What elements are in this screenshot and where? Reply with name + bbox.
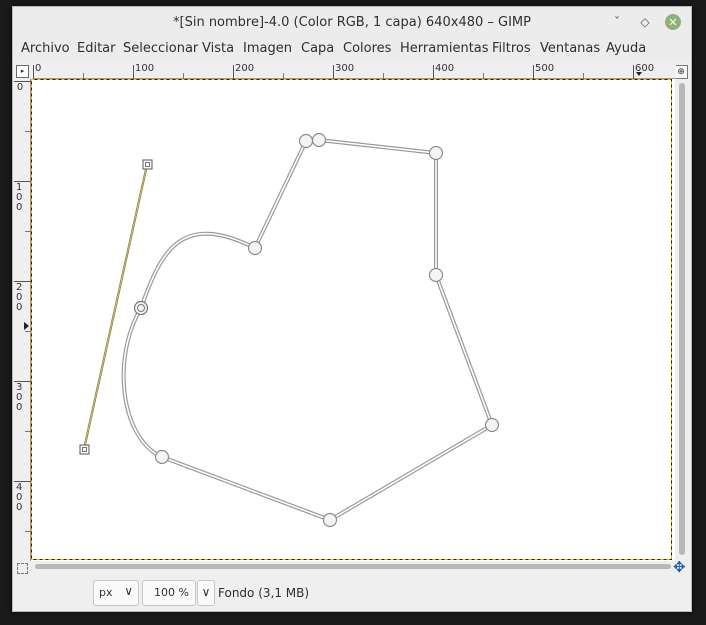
- quick-mask-icon[interactable]: [17, 563, 28, 574]
- menu-colores[interactable]: Colores: [343, 41, 391, 56]
- vruler-label: 200: [16, 282, 23, 313]
- menu-herramientas[interactable]: Herramientas: [400, 41, 489, 56]
- zoom-toggle-icon[interactable]: ⊕: [674, 65, 688, 79]
- hruler-label: 600: [635, 63, 655, 74]
- maximize-button[interactable]: ◇: [637, 14, 653, 30]
- window-title: *[Sin nombre]-4.0 (Color RGB, 1 capa) 64…: [173, 15, 531, 30]
- hruler-label: 400: [435, 63, 455, 74]
- menu-imagen[interactable]: Imagen: [243, 41, 292, 56]
- horizontal-ruler[interactable]: 0 100 200 300 400 500 600: [33, 63, 676, 79]
- menu-seleccionar[interactable]: Seleccionar: [123, 41, 198, 56]
- status-bar: px ∨ 100 % ∨ Fondo (3,1 MB): [13, 577, 691, 611]
- minimize-button[interactable]: ˇ: [609, 14, 625, 30]
- selected-anchor: [133, 300, 149, 316]
- menu-vista[interactable]: Vista: [202, 41, 234, 56]
- path-anchors: [154, 132, 500, 528]
- unit-select[interactable]: px ∨: [93, 580, 139, 606]
- navigate-icon[interactable]: ✥: [673, 560, 686, 575]
- ruler-menu-icon[interactable]: ▸: [16, 65, 29, 78]
- canvas-drawing: [31, 79, 672, 560]
- path-outline: [121, 138, 494, 522]
- vertical-scrollbar-thumb[interactable]: [679, 83, 685, 555]
- menu-archivo[interactable]: Archivo: [21, 41, 70, 56]
- hruler-label: 0: [35, 63, 42, 74]
- gimp-window: *[Sin nombre]-4.0 (Color RGB, 1 capa) 64…: [12, 6, 692, 612]
- hruler-label: 300: [335, 63, 355, 74]
- vruler-label: 100: [16, 182, 23, 213]
- zoom-dropdown-button[interactable]: ∨: [197, 580, 215, 606]
- close-button[interactable]: ✕: [665, 14, 681, 30]
- hruler-label: 500: [535, 63, 555, 74]
- vruler-label: 400: [16, 482, 23, 513]
- zoom-input[interactable]: 100 %: [142, 580, 196, 606]
- menu-bar: Archivo Editar Seleccionar Vista Imagen …: [13, 39, 691, 61]
- chevron-down-icon: ∨: [124, 584, 133, 598]
- menu-editar[interactable]: Editar: [77, 41, 116, 56]
- layer-info: Fondo (3,1 MB): [218, 586, 310, 600]
- menu-filtros[interactable]: Filtros: [492, 41, 531, 56]
- menu-ventanas[interactable]: Ventanas: [540, 41, 600, 56]
- bezier-handle-top: [142, 159, 153, 170]
- menu-ayuda[interactable]: Ayuda: [606, 41, 646, 56]
- menu-capa[interactable]: Capa: [301, 41, 334, 56]
- bezier-handle-bottom: [79, 444, 90, 455]
- vertical-ruler[interactable]: 0 100 200 300 400: [13, 79, 31, 561]
- image-canvas[interactable]: [31, 79, 675, 561]
- title-bar: *[Sin nombre]-4.0 (Color RGB, 1 capa) 64…: [13, 7, 691, 39]
- hruler-label: 100: [135, 63, 155, 74]
- vertical-scrollbar[interactable]: [678, 79, 686, 557]
- vruler-label: 300: [16, 382, 23, 413]
- unit-value: px: [99, 586, 113, 599]
- selection-marquee: [31, 79, 672, 560]
- hruler-label: 200: [235, 63, 255, 74]
- vruler-label: 0: [16, 82, 24, 93]
- horizontal-scrollbar[interactable]: [33, 563, 673, 571]
- zoom-value: 100 %: [154, 586, 189, 599]
- horizontal-scrollbar-thumb[interactable]: [35, 564, 671, 569]
- horizontal-ruler-ticks: [33, 65, 676, 79]
